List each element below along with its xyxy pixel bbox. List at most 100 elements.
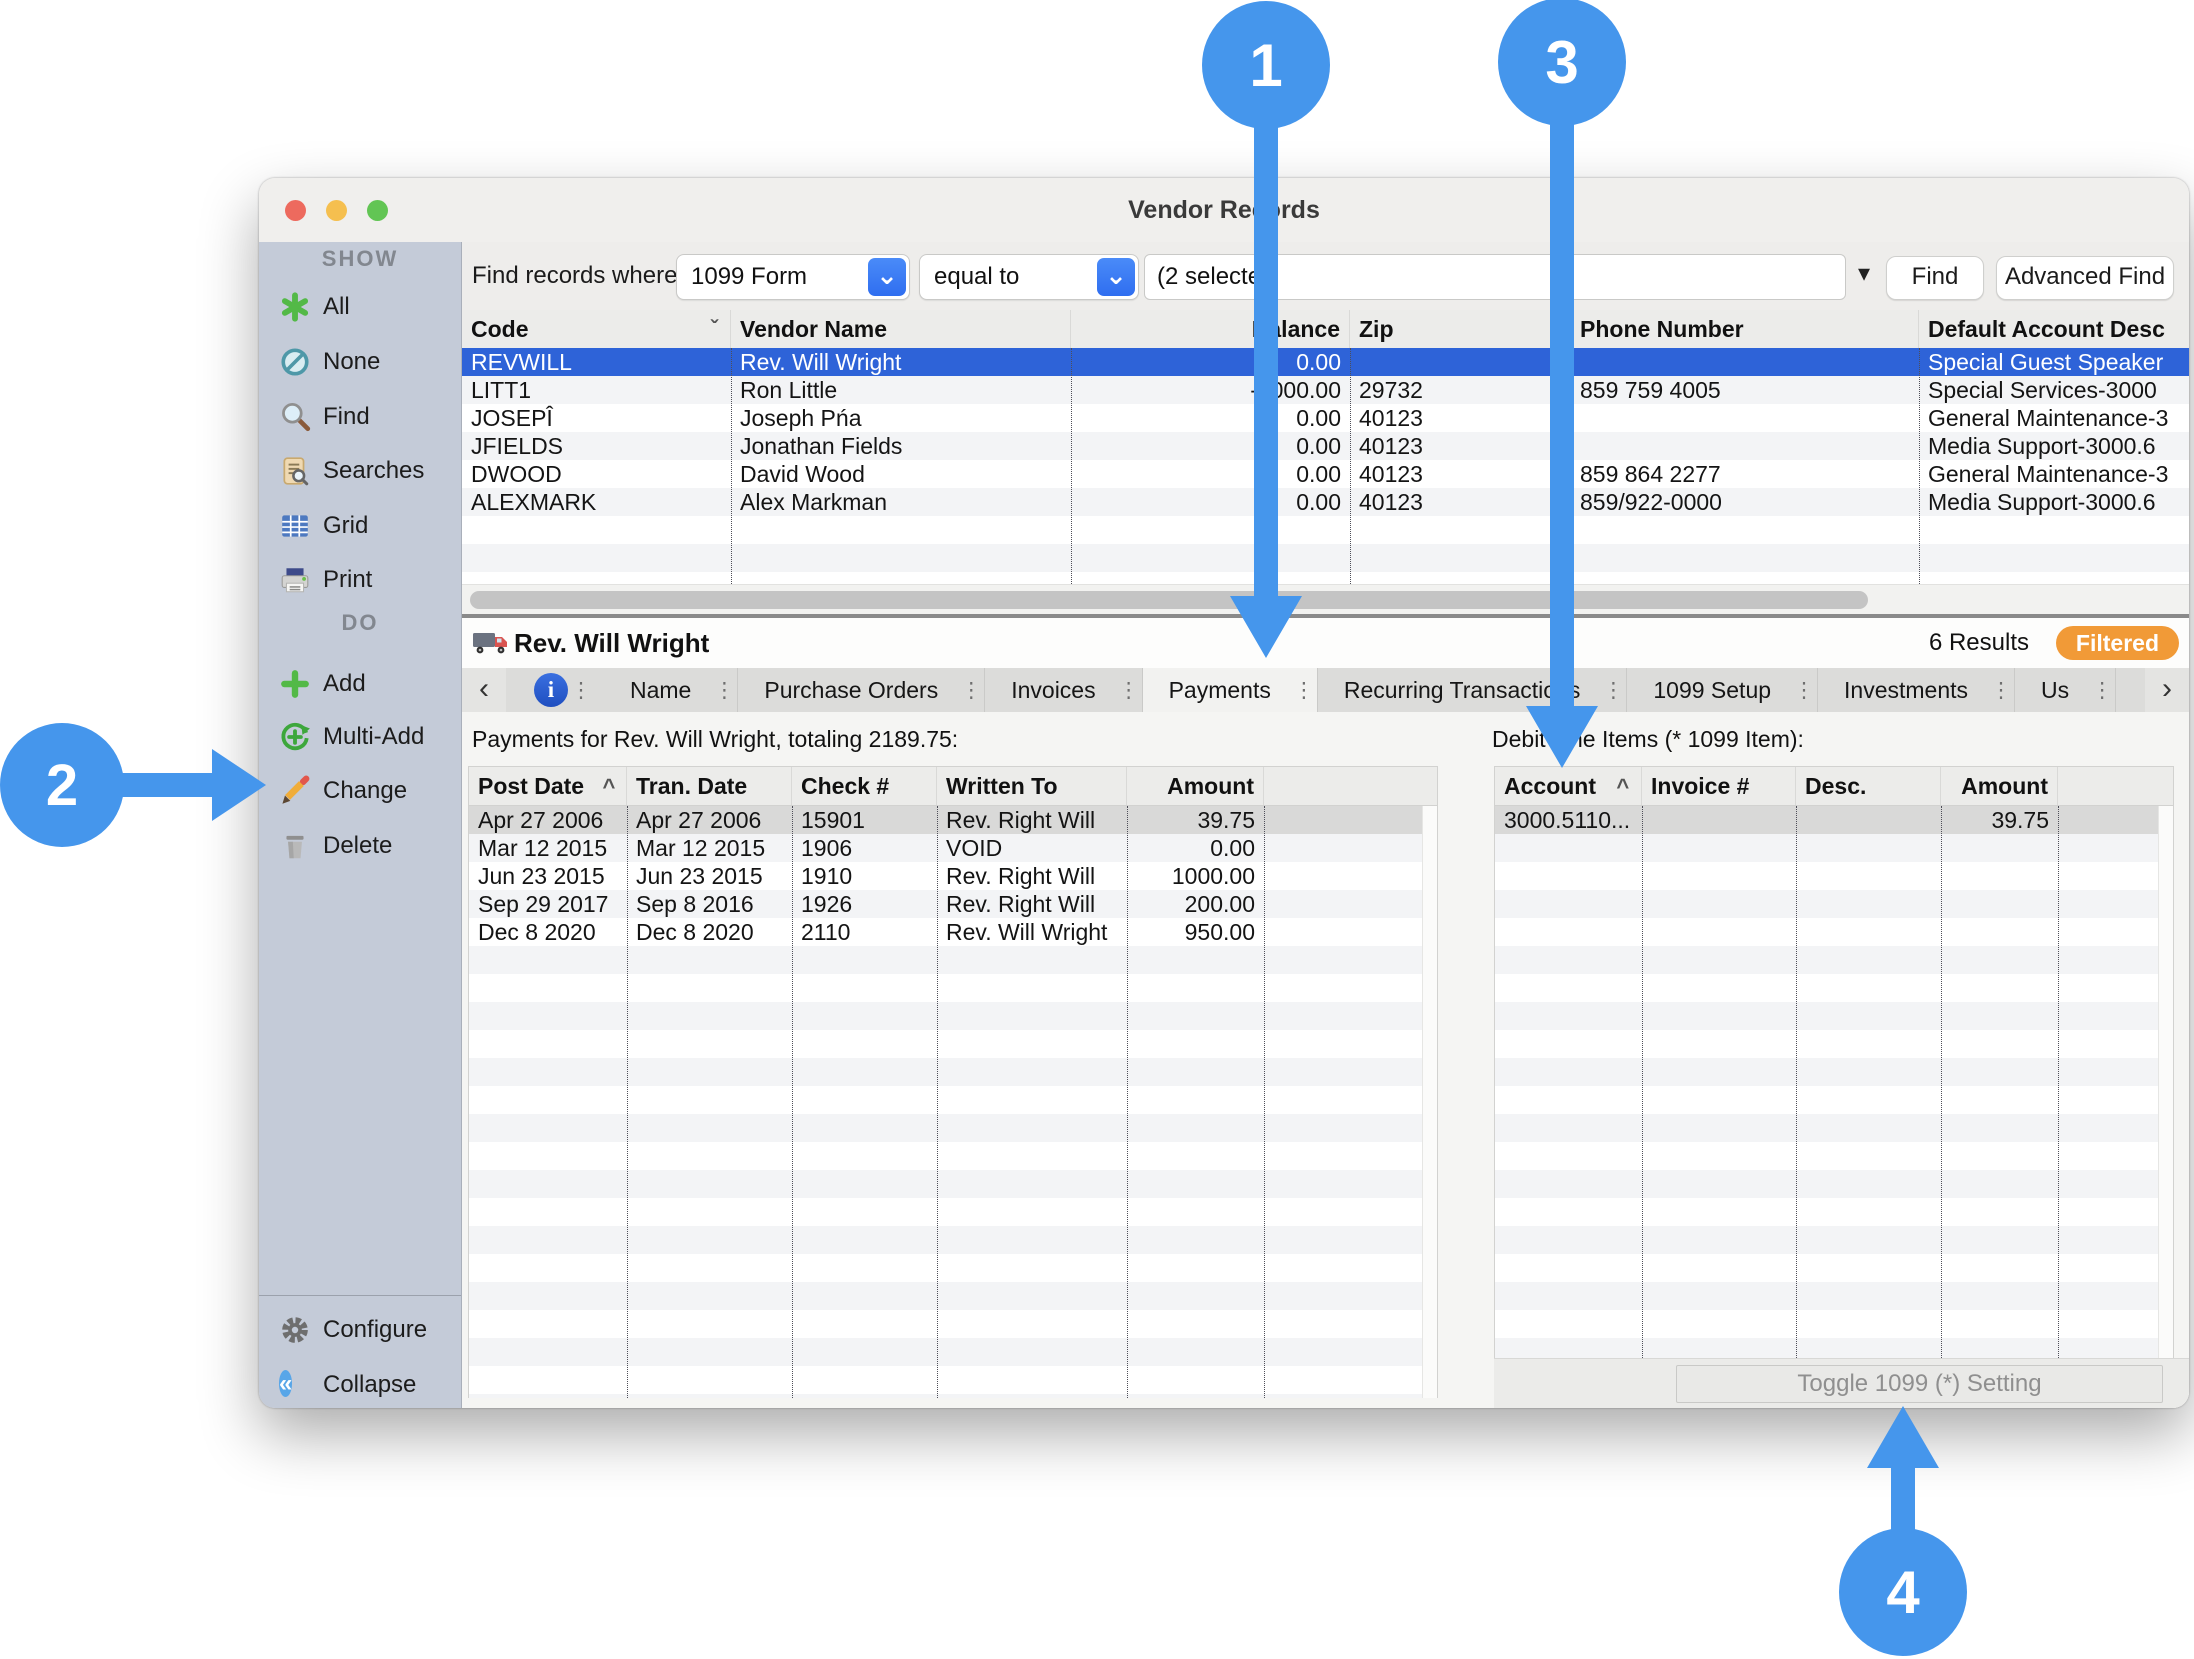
- column-header-invoice[interactable]: Invoice #: [1642, 767, 1796, 805]
- gear-icon: [279, 1314, 311, 1346]
- column-header-account[interactable]: Account ^: [1495, 767, 1642, 805]
- field-dropdown[interactable]: 1099 Form ⌄: [676, 254, 910, 300]
- table-row[interactable]: Apr 27 2006 Apr 27 2006 15901 Rev. Right…: [469, 806, 1437, 834]
- column-header-desc[interactable]: Desc.: [1796, 767, 1941, 805]
- sidebar-item-searches[interactable]: Searches: [259, 449, 461, 493]
- sidebar-item-multi-add[interactable]: Multi-Add: [259, 715, 461, 759]
- table-row[interactable]: Jun 23 2015 Jun 23 2015 1910 Rev. Right …: [469, 862, 1437, 890]
- column-header-vendor-name[interactable]: Vendor Name: [731, 310, 1071, 348]
- detail-tab[interactable]: Invoices ⋮: [985, 668, 1142, 712]
- vendor-records-window: Vendor Records SHOW All None: [259, 178, 2189, 1408]
- cell-vendor-name: Rev. Will Wright: [731, 348, 1071, 376]
- tab-info[interactable]: i ⋮: [506, 668, 604, 712]
- cell-phone: 859 759 4005: [1571, 376, 1919, 404]
- horizontal-scrollbar[interactable]: [462, 584, 2189, 615]
- cell-tran-date: Dec 8 2020: [627, 918, 792, 946]
- sort-asc-icon: ^: [1616, 774, 1629, 799]
- table-row[interactable]: Sep 29 2017 Sep 8 2016 1926 Rev. Right W…: [469, 890, 1437, 918]
- column-divider: [1796, 806, 1797, 1358]
- column-header-amount[interactable]: Amount: [1941, 767, 2058, 805]
- payments-content: Payments for Rev. Will Wright, totaling …: [462, 712, 2189, 1408]
- cell-zip: 40123: [1350, 460, 1571, 488]
- trash-icon: [279, 830, 311, 862]
- column-divider: [1642, 806, 1643, 1358]
- vertical-scrollbar[interactable]: [2158, 806, 2173, 1358]
- search-value-input[interactable]: (2 selected: [1144, 254, 1846, 300]
- screenshot-canvas: Vendor Records SHOW All None: [0, 0, 2194, 1659]
- chevron-down-icon: ⌄: [1097, 258, 1135, 296]
- sidebar-item-add[interactable]: Add: [259, 662, 461, 706]
- cell-tran-date: Mar 12 2015: [627, 834, 792, 862]
- table-row[interactable]: Mar 12 2015 Mar 12 2015 1906 VOID 0.00: [469, 834, 1437, 862]
- cell-account: 3000.5110...: [1495, 806, 1642, 834]
- column-divider: [792, 806, 793, 1398]
- results-count: 6 Results: [1929, 618, 2029, 668]
- saved-searches-icon: [279, 455, 311, 487]
- detail-tab[interactable]: Investments ⋮: [1818, 668, 2015, 712]
- sidebar-item-change[interactable]: Change: [259, 769, 461, 813]
- toggle-1099-strip: Toggle 1099 (*) Setting: [1494, 1358, 2189, 1408]
- detail-tab[interactable]: 1099 Setup ⋮: [1627, 668, 1818, 712]
- scrollbar-thumb[interactable]: [470, 591, 1868, 609]
- advanced-find-button[interactable]: Advanced Find: [1996, 256, 2174, 300]
- callout-arrow-3: [1550, 122, 1574, 708]
- operator-dropdown[interactable]: equal to ⌄: [919, 254, 1139, 300]
- cell-account: Media Support-3000.6: [1919, 432, 2189, 460]
- column-header-code[interactable]: Code ˇ: [462, 310, 731, 348]
- tabs-scroll-right-icon[interactable]: ›: [2145, 668, 2189, 712]
- cell-invoice: [1642, 806, 1796, 834]
- column-divider: [937, 806, 938, 1398]
- column-header-balance[interactable]: Balance: [1071, 310, 1350, 348]
- sidebar-item-label: Find: [323, 395, 370, 439]
- table-row[interactable]: LITT1 Ron Little -1000.00 29732 859 759 …: [462, 376, 2189, 404]
- callout-arrowhead-3: [1526, 706, 1598, 768]
- table-row[interactable]: 3000.5110... 39.75: [1495, 806, 2173, 834]
- cell-zip: 40123: [1350, 404, 1571, 432]
- table-row[interactable]: JFIELDS Jonathan Fields 0.00 40123 Media…: [462, 432, 2189, 460]
- column-header-amount[interactable]: Amount: [1127, 767, 1264, 805]
- column-divider: [1264, 806, 1265, 1398]
- cell-amount: 950.00: [1127, 918, 1264, 946]
- vendor-table-header: Code ˇ Vendor Name Balance Zip Phone Num…: [462, 310, 2189, 349]
- drag-handle-icon: ⋮: [2089, 678, 2115, 703]
- detail-tab[interactable]: Purchase Orders ⋮: [738, 668, 985, 712]
- sidebar-item-collapse[interactable]: « Collapse: [259, 1363, 461, 1407]
- column-header-phone[interactable]: Phone Number: [1571, 310, 1919, 348]
- table-row[interactable]: Dec 8 2020 Dec 8 2020 2110 Rev. Will Wri…: [469, 918, 1437, 946]
- sidebar: SHOW All None Find: [259, 242, 462, 1408]
- record-name: Rev. Will Wright: [514, 618, 709, 668]
- find-button[interactable]: Find: [1886, 256, 1984, 300]
- cell-amount: 1000.00: [1127, 862, 1264, 890]
- column-header-post-date[interactable]: Post Date ^: [469, 767, 627, 805]
- sidebar-item-label: Add: [323, 662, 366, 706]
- sidebar-item-delete[interactable]: Delete: [259, 824, 461, 868]
- tabs-scroll-left-icon[interactable]: ‹: [462, 668, 506, 712]
- sidebar-item-none[interactable]: None: [259, 340, 461, 384]
- toggle-1099-button[interactable]: Toggle 1099 (*) Setting: [1676, 1365, 2163, 1403]
- cell-account: General Maintenance-3: [1919, 460, 2189, 488]
- detail-tab[interactable]: Payments ⋮: [1143, 668, 1318, 712]
- sidebar-item-all[interactable]: All: [259, 285, 461, 329]
- column-header-tran-date[interactable]: Tran. Date: [627, 767, 792, 805]
- detail-tab[interactable]: Us ⋮: [2015, 668, 2116, 712]
- column-divider: [1350, 348, 1351, 584]
- column-header-check[interactable]: Check #: [792, 767, 937, 805]
- detail-tab[interactable]: Name ⋮: [604, 668, 738, 712]
- sidebar-item-find[interactable]: Find: [259, 395, 461, 439]
- vertical-scrollbar[interactable]: [1422, 806, 1437, 1398]
- filtered-badge[interactable]: Filtered: [2056, 626, 2179, 660]
- sidebar-item-print[interactable]: Print: [259, 558, 461, 602]
- payments-table-body: Apr 27 2006 Apr 27 2006 15901 Rev. Right…: [469, 806, 1437, 1398]
- column-header-written-to[interactable]: Written To: [937, 767, 1127, 805]
- sidebar-item-label: All: [323, 285, 350, 329]
- value-history-caret-icon[interactable]: ▾: [1858, 242, 1870, 310]
- sidebar-item-configure[interactable]: Configure: [259, 1308, 461, 1352]
- column-header-spacer: [2058, 767, 2173, 805]
- column-header-zip[interactable]: Zip: [1350, 310, 1571, 348]
- sidebar-item-grid[interactable]: Grid: [259, 504, 461, 548]
- table-row[interactable]: DWOOD David Wood 0.00 40123 859 864 2277…: [462, 460, 2189, 488]
- table-row[interactable]: ALEXMARK Alex Markman 0.00 40123 859/922…: [462, 488, 2189, 516]
- table-row[interactable]: JOSEPÎ Joseph Pńa 0.00 40123 General Mai…: [462, 404, 2189, 432]
- column-header-account[interactable]: Default Account Desc: [1919, 310, 2189, 348]
- table-row[interactable]: REVWILL Rev. Will Wright 0.00 Special Gu…: [462, 348, 2189, 376]
